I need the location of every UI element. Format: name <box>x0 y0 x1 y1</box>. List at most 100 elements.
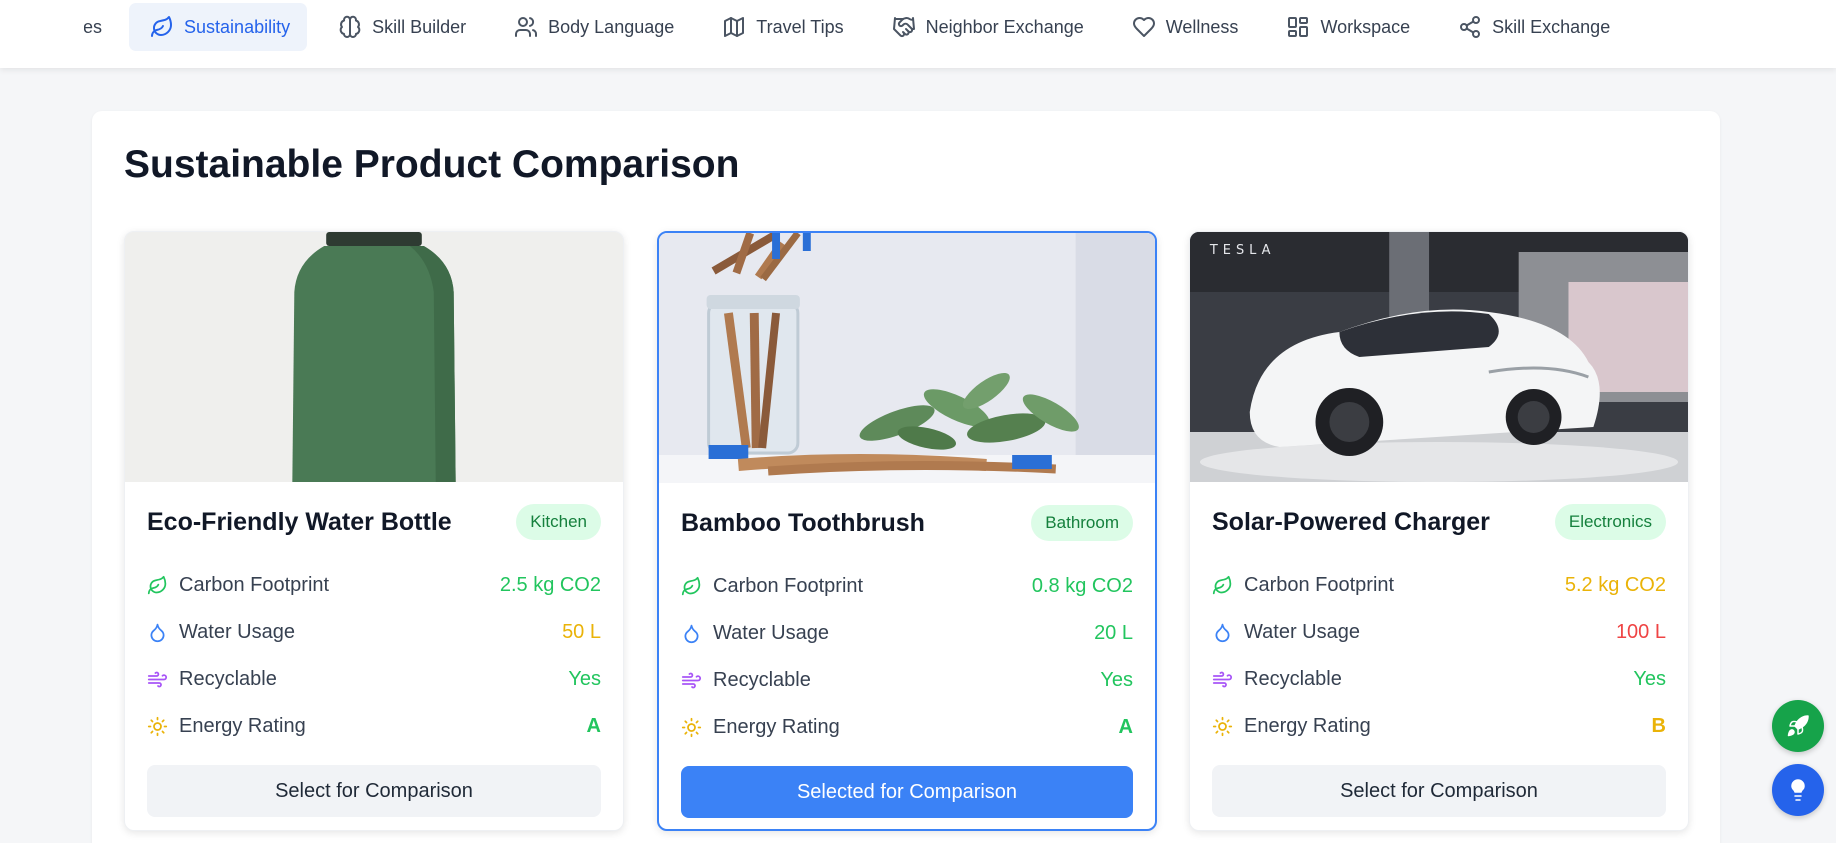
rocket-fab-button[interactable] <box>1772 700 1824 752</box>
wind-icon <box>681 672 702 689</box>
nav-item-label: Sustainability <box>184 16 291 37</box>
metric-value: 5.2 kg CO2 <box>1564 574 1666 596</box>
product-card-bamboo-toothbrush: Bamboo Toothbrush Bathroom Carbon Footpr… <box>657 231 1157 831</box>
metric-value: 50 L <box>562 621 601 643</box>
metric-label: Carbon Footprint <box>713 575 864 597</box>
metric-label: Recyclable <box>713 669 811 691</box>
nav-item-label: Body Language <box>548 16 675 37</box>
share-icon <box>1460 16 1481 38</box>
card-header: Solar-Powered Charger Electronics <box>1212 482 1666 562</box>
nav-item-body-language[interactable]: Body Language <box>493 3 691 51</box>
metric-value: A <box>1118 716 1133 738</box>
nav-item-label: Neighbor Exchange <box>925 16 1084 37</box>
product-image-bamboo-toothbrush <box>659 233 1155 483</box>
nav-item-sustainability[interactable]: Sustainability <box>129 3 308 51</box>
metric-recyclable: Recyclable Yes <box>147 656 601 703</box>
lightbulb-icon <box>1791 779 1805 801</box>
nav-item-label: cipes <box>84 16 103 37</box>
nav-item-travel-tips[interactable]: Travel Tips <box>701 3 860 51</box>
lightbulb-fab-button[interactable] <box>1772 764 1824 816</box>
select-comparison-button[interactable]: Select for Comparison <box>147 765 601 817</box>
metric-label: Water Usage <box>1244 621 1360 643</box>
leaf-icon <box>147 575 167 595</box>
metric-label: Carbon Footprint <box>1244 574 1395 596</box>
brain-icon <box>339 15 361 38</box>
metric-water: Water Usage 100 L <box>1212 609 1666 656</box>
metric-recyclable: Recyclable Yes <box>1212 656 1666 703</box>
metric-value: Yes <box>568 668 601 690</box>
product-card-water-bottle: Eco-Friendly Water Bottle Kitchen Carbon… <box>124 231 624 831</box>
metric-label: Energy Rating <box>1244 715 1371 737</box>
metric-energy: Energy Rating A <box>147 703 601 750</box>
metric-water: Water Usage 50 L <box>147 609 601 656</box>
metric-water: Water Usage 20 L <box>681 610 1133 657</box>
card-body: Solar-Powered Charger Electronics Carbon… <box>1212 482 1666 817</box>
metric-label: Recyclable <box>1244 668 1342 690</box>
sun-icon <box>681 717 702 738</box>
sun-icon <box>147 716 168 737</box>
droplet-icon <box>684 624 699 644</box>
category-badge: Bathroom <box>1031 505 1133 541</box>
selected-comparison-button[interactable]: Selected for Comparison <box>681 766 1133 818</box>
metric-value: 20 L <box>1094 622 1133 644</box>
card-header: Eco-Friendly Water Bottle Kitchen <box>147 482 601 562</box>
product-card-solar-charger: TESLA Solar-Powered Charger Electronics … <box>1189 231 1689 831</box>
product-image-solar-charger: TESLA <box>1190 232 1688 482</box>
droplet-icon <box>150 623 165 643</box>
metric-value: Yes <box>1633 668 1666 690</box>
metric-value: B <box>1651 715 1666 737</box>
metric-value: 0.8 kg CO2 <box>1031 575 1133 597</box>
handshake-icon <box>892 17 915 38</box>
nav-item-workspace[interactable]: Workspace <box>1265 3 1427 51</box>
nav-item-label: Skill Builder <box>372 16 467 37</box>
page-title: Sustainable Product Comparison <box>124 143 740 186</box>
wind-icon <box>147 671 168 688</box>
metric-recyclable: Recyclable Yes <box>681 657 1133 704</box>
leaf-icon <box>681 576 701 596</box>
layout-icon <box>1288 17 1309 37</box>
product-name: Eco-Friendly Water Bottle <box>147 507 452 536</box>
nav-item-skill-exchange[interactable]: Skill Exchange <box>1437 3 1627 51</box>
nav-item-recipes[interactable]: cipes <box>84 3 119 51</box>
users-icon <box>515 17 538 37</box>
nav-item-label: Travel Tips <box>756 16 844 37</box>
metric-label: Energy Rating <box>713 716 840 738</box>
product-name: Solar-Powered Charger <box>1212 507 1490 536</box>
nav-item-label: Skill Exchange <box>1492 16 1611 37</box>
top-navigation: cipes Sustainability Skill Builder Body … <box>0 0 1836 68</box>
product-name: Bamboo Toothbrush <box>681 508 925 537</box>
card-body: Eco-Friendly Water Bottle Kitchen Carbon… <box>147 482 601 817</box>
nav-item-neighbor-exchange[interactable]: Neighbor Exchange <box>871 3 1101 51</box>
leaf-icon <box>151 16 173 37</box>
metric-label: Water Usage <box>713 622 829 644</box>
card-body: Bamboo Toothbrush Bathroom Carbon Footpr… <box>681 483 1133 818</box>
leaf-icon <box>1212 575 1232 595</box>
metric-carbon: Carbon Footprint 2.5 kg CO2 <box>147 562 601 609</box>
droplet-icon <box>1215 623 1230 643</box>
card-header: Bamboo Toothbrush Bathroom <box>681 483 1133 563</box>
metric-energy: Energy Rating A <box>681 704 1133 751</box>
nav-track: cipes Sustainability Skill Builder Body … <box>84 3 1784 51</box>
category-badge: Electronics <box>1554 504 1666 540</box>
metric-value: A <box>586 715 601 737</box>
metric-label: Water Usage <box>179 621 295 643</box>
metric-carbon: Carbon Footprint 5.2 kg CO2 <box>1212 562 1666 609</box>
car-brand-text: TESLA <box>1209 243 1276 258</box>
metric-carbon: Carbon Footprint 0.8 kg CO2 <box>681 563 1133 610</box>
select-comparison-button[interactable]: Select for Comparison <box>1212 765 1666 817</box>
metric-value: 2.5 kg CO2 <box>499 574 601 596</box>
comparison-panel: Sustainable Product Comparison Eco-Frien… <box>92 111 1720 843</box>
metric-label: Recyclable <box>179 668 277 690</box>
heart-icon <box>1132 17 1155 37</box>
sun-icon <box>1212 716 1233 737</box>
metric-energy: Energy Rating B <box>1212 703 1666 750</box>
nav-item-wellness[interactable]: Wellness <box>1111 3 1256 51</box>
map-icon <box>724 17 745 37</box>
rocket-icon <box>1787 715 1809 737</box>
nav-item-label: Wellness <box>1165 16 1239 37</box>
product-image-water-bottle <box>125 232 623 482</box>
nav-item-skill-builder[interactable]: Skill Builder <box>317 3 483 51</box>
metric-label: Energy Rating <box>179 715 306 737</box>
nav-item-label: Workspace <box>1320 16 1411 37</box>
metric-value: Yes <box>1100 669 1133 691</box>
